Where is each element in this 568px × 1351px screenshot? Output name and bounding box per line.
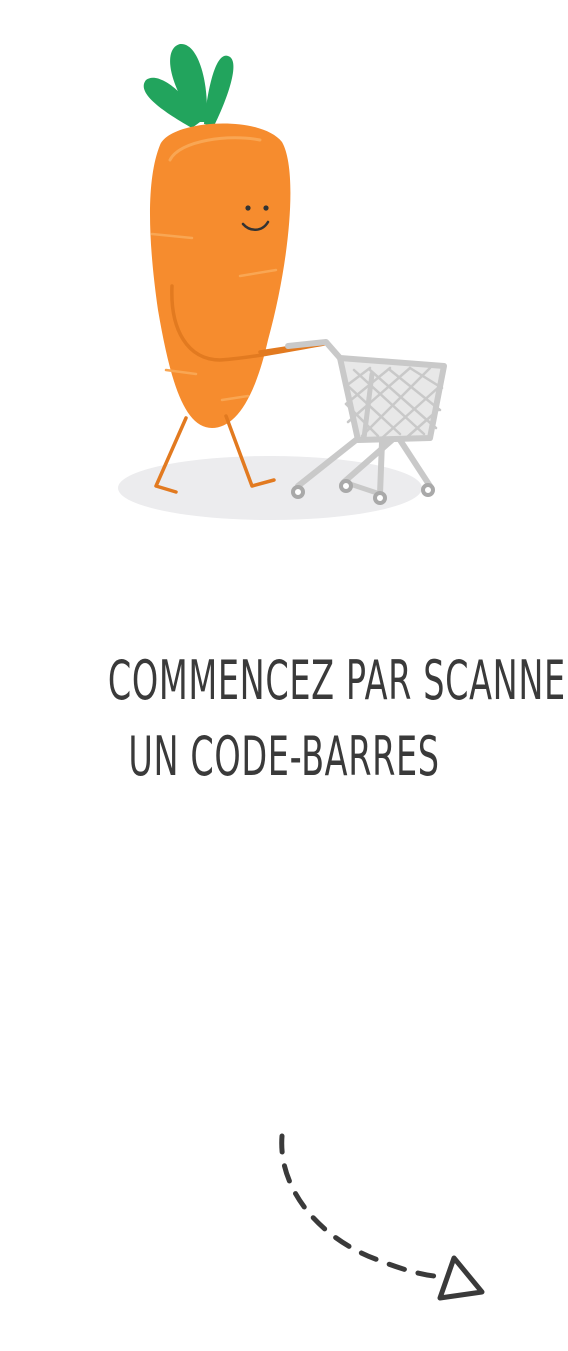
headline-line-1: COMMENCEZ PAR SCANNER [107, 649, 568, 713]
carrot-leaves-icon [143, 43, 234, 128]
headline-line-2: UN CODE-BARRES [128, 725, 440, 789]
carrot-body [150, 123, 291, 428]
dashed-arrow-icon [279, 1133, 485, 1301]
carrot-cart-illustration [118, 43, 447, 520]
page-title: COMMENCEZ PAR SCANNER UN CODE-BARRES [0, 643, 568, 795]
